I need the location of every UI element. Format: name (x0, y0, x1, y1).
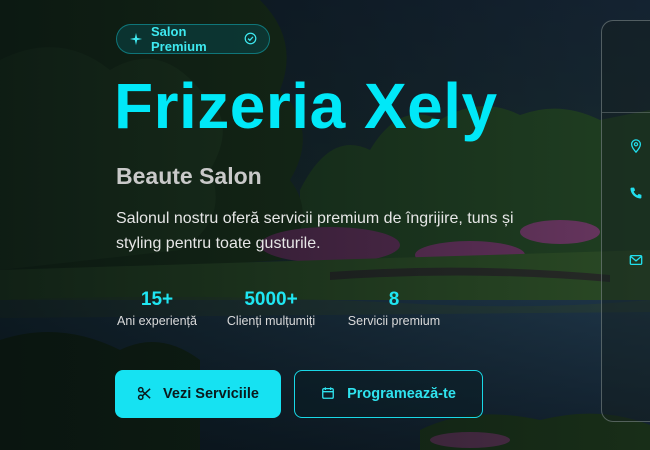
stat-experience: 15+ Ani experiență (116, 289, 198, 328)
stat-value: 15+ (140, 289, 174, 310)
verified-icon (244, 32, 257, 46)
stat-label: Servicii premium (347, 314, 441, 328)
contact-side-panel (601, 20, 650, 422)
view-services-button[interactable]: Vezi Serviciile (115, 370, 281, 418)
mail-icon[interactable] (629, 253, 644, 268)
button-label: Programează-te (347, 386, 456, 402)
phone-icon[interactable] (629, 186, 644, 201)
stat-value: 8 (388, 289, 400, 310)
calendar-icon (321, 386, 337, 402)
stat-label: Clienți mulțumiți (226, 314, 316, 328)
panel-divider (602, 112, 650, 113)
location-pin-icon[interactable] (629, 139, 644, 154)
hero-title: Frizeria Xely (114, 70, 498, 142)
hero-description: Salonul nostru oferă servicii premium de… (116, 210, 514, 252)
button-label: Vezi Serviciile (163, 386, 259, 402)
stat-services: 8 Servicii premium (345, 289, 443, 328)
premium-badge: Salon Premium (116, 24, 270, 54)
sparkle-icon (129, 32, 143, 46)
book-appointment-button[interactable]: Programează-te (294, 370, 483, 418)
scissors-icon (137, 386, 153, 402)
stat-clients: 5000+ Clienți mulțumiți (224, 289, 318, 328)
hero-subtitle: Beaute Salon (116, 163, 262, 189)
badge-label: Salon Premium (151, 24, 207, 54)
stat-value: 5000+ (244, 289, 298, 310)
stat-label: Ani experiență (117, 314, 197, 328)
